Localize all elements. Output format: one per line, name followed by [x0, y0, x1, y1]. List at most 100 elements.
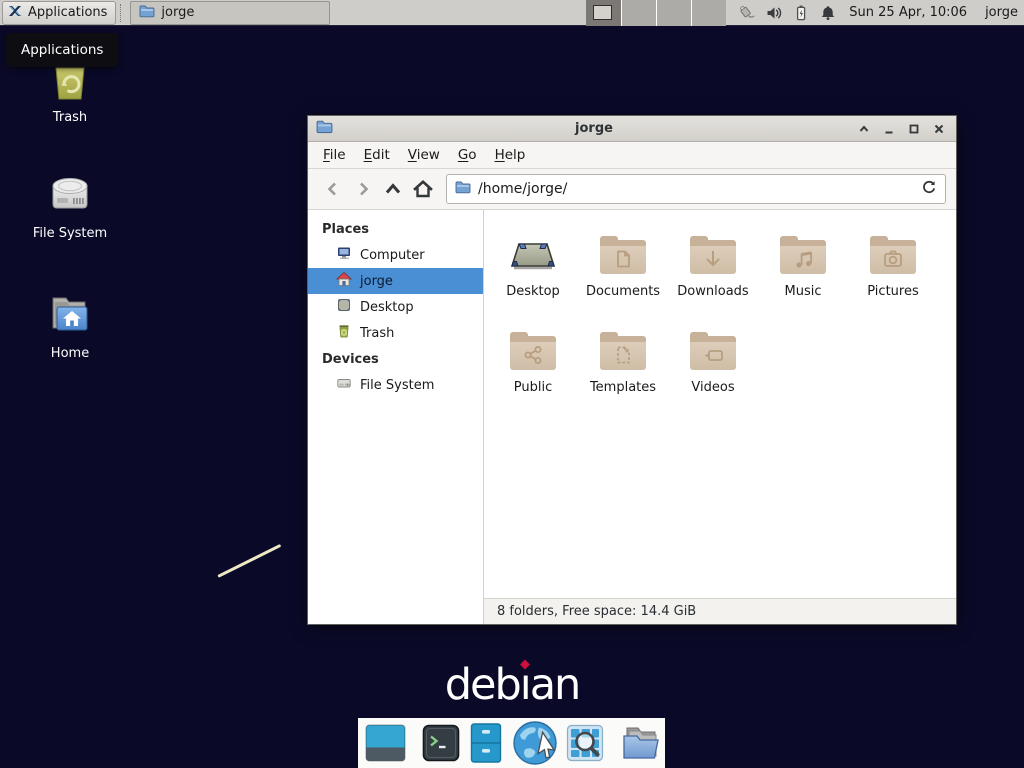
panel-username[interactable]: jorge: [985, 5, 1018, 20]
sidebar-item-desktop[interactable]: Desktop: [308, 294, 483, 320]
debian-i-red-diamond: ı: [520, 660, 530, 710]
file-view[interactable]: Desktop Documents: [484, 210, 956, 598]
menu-edit[interactable]: Edit: [355, 143, 399, 167]
computer-icon: [336, 245, 352, 265]
file-item-music[interactable]: Music: [758, 226, 848, 322]
sidebar-item-label: File System: [360, 378, 434, 393]
titlebar[interactable]: jorge: [308, 116, 956, 142]
taskbar-window-button[interactable]: jorge: [130, 1, 330, 25]
sidebar-item-computer[interactable]: Computer: [308, 242, 483, 268]
panel-clock[interactable]: Sun 25 Apr, 10:06: [849, 5, 967, 20]
file-item-pictures[interactable]: Pictures: [848, 226, 938, 322]
desk-icon: [507, 226, 559, 282]
file-item-templates[interactable]: Templates: [578, 322, 668, 418]
desktop-icon-label: Home: [51, 346, 89, 361]
path-folder-icon: [455, 180, 471, 198]
file-item-label: Desktop: [506, 284, 560, 299]
statusbar-text: 8 folders, Free space: 14.4 GiB: [497, 604, 696, 619]
menu-file[interactable]: File: [314, 143, 355, 167]
minimize-button[interactable]: [880, 120, 898, 138]
debian-wordmark: debıan: [0, 660, 1024, 710]
folder-music-icon: [780, 243, 826, 274]
file-item-documents[interactable]: Documents: [578, 226, 668, 322]
toolbar: /home/jorge/: [308, 169, 956, 210]
path-input[interactable]: /home/jorge/: [446, 174, 946, 204]
taskbar-window-label: jorge: [161, 5, 194, 20]
desktop-icon-label: File System: [33, 226, 107, 241]
menu-go[interactable]: Go: [449, 143, 486, 167]
sidebar-item-label: jorge: [360, 274, 393, 289]
applications-tooltip: Applications: [6, 33, 118, 67]
sidebar-header-devices: Devices: [308, 346, 483, 372]
file-manager-icon[interactable]: [468, 723, 504, 763]
path-value: /home/jorge/: [478, 181, 921, 197]
volume-icon[interactable]: [765, 4, 783, 22]
show-desktop-icon[interactable]: [365, 724, 406, 762]
file-item-desktop[interactable]: Desktop: [488, 226, 578, 322]
sidebar-item-label: Computer: [360, 248, 425, 263]
directory-menu-icon[interactable]: [620, 724, 662, 762]
statusbar: 8 folders, Free space: 14.4 GiB: [484, 598, 956, 624]
folder-share-icon: [510, 339, 556, 370]
file-item-label: Downloads: [677, 284, 748, 299]
reload-icon[interactable]: [921, 179, 937, 199]
folder-download-icon: [690, 243, 736, 274]
workspace-3[interactable]: [656, 0, 691, 26]
sidebar-item-label: Trash: [360, 326, 394, 341]
drive-icon: [336, 375, 352, 395]
file-item-videos[interactable]: Videos: [668, 322, 758, 418]
workspace-4[interactable]: [691, 0, 726, 26]
sidebar-item-label: Desktop: [360, 300, 414, 315]
desktop-icon-label: Trash: [53, 110, 87, 125]
applications-menu-button[interactable]: Applications: [2, 1, 116, 25]
xfce-logo-icon: [7, 3, 23, 23]
applications-menu-label: Applications: [28, 5, 107, 20]
app-finder-icon[interactable]: [566, 724, 604, 762]
back-button[interactable]: [318, 174, 348, 204]
sidebar-item-jorge[interactable]: jorge: [308, 268, 483, 294]
network-icon[interactable]: [736, 4, 756, 22]
window-title: jorge: [333, 121, 855, 136]
home-folder-icon: [46, 290, 94, 342]
taskbar-handle: [120, 4, 127, 22]
file-item-label: Music: [785, 284, 822, 299]
sidebar-item-file-system[interactable]: File System: [308, 372, 483, 398]
battery-icon[interactable]: [792, 4, 810, 22]
home-button[interactable]: [408, 174, 438, 204]
close-button[interactable]: [930, 120, 948, 138]
file-item-label: Videos: [691, 380, 734, 395]
web-browser-icon[interactable]: [512, 720, 558, 766]
file-manager-window: jorge File Edit View Go Help: [307, 115, 957, 625]
desktop-icon: [336, 297, 352, 317]
file-item-label: Public: [514, 380, 552, 395]
menu-view[interactable]: View: [399, 143, 449, 167]
terminal-icon[interactable]: [422, 724, 460, 762]
file-item-label: Templates: [590, 380, 656, 395]
workspace-1[interactable]: [586, 0, 621, 26]
folder-document-icon: [600, 243, 646, 274]
folder-video-icon: [690, 339, 736, 370]
sidebar-header-places: Places: [308, 216, 483, 242]
sidebar-item-trash[interactable]: Trash: [308, 320, 483, 346]
workspace-2[interactable]: [621, 0, 656, 26]
file-item-label: Pictures: [867, 284, 918, 299]
system-tray: [736, 4, 837, 22]
folder-template-icon: [600, 339, 646, 370]
desktop-artifact-line: [217, 544, 281, 578]
up-button[interactable]: [378, 174, 408, 204]
drive-icon: [46, 172, 94, 222]
notifications-icon[interactable]: [819, 4, 837, 22]
folder-icon: [139, 4, 155, 22]
home-icon: [336, 271, 352, 291]
forward-button[interactable]: [348, 174, 378, 204]
dock: [358, 718, 665, 768]
file-item-public[interactable]: Public: [488, 322, 578, 418]
desktop[interactable]: Applications jorge: [0, 0, 1024, 768]
desktop-icon-file-system[interactable]: File System: [22, 172, 118, 241]
maximize-button[interactable]: [905, 120, 923, 138]
workspace-window-thumb: [593, 5, 612, 20]
desktop-icon-home[interactable]: Home: [22, 290, 118, 361]
shade-button[interactable]: [855, 120, 873, 138]
menu-help[interactable]: Help: [486, 143, 535, 167]
file-item-downloads[interactable]: Downloads: [668, 226, 758, 322]
